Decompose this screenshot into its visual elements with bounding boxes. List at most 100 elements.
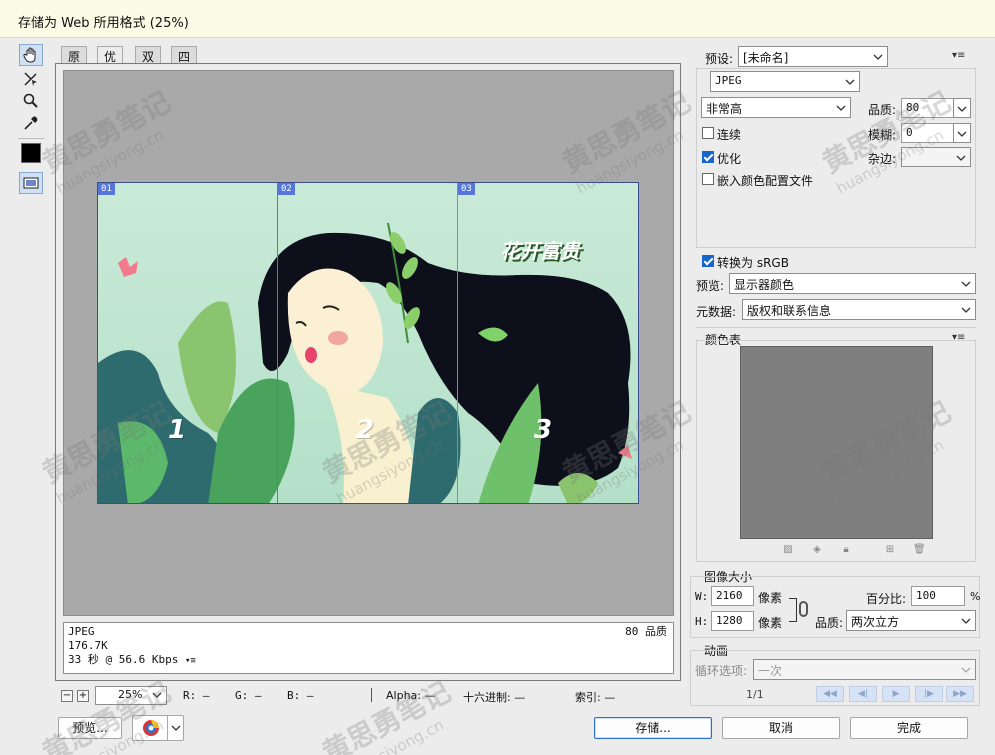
chevron-down-icon [957, 131, 967, 137]
eyedropper-tool-icon[interactable] [19, 112, 43, 134]
height-label: H: [695, 615, 709, 628]
slice-02[interactable]: 02 2 [278, 183, 458, 503]
chevron-down-icon [957, 106, 967, 112]
map-transparency-icon[interactable]: ▨ [782, 544, 794, 556]
zoom-select[interactable]: 25% [95, 686, 167, 705]
optimized-label: 优化 [717, 152, 742, 166]
web-shift-icon[interactable]: ◈ [811, 544, 823, 556]
hand-tool-icon[interactable] [19, 44, 43, 66]
browser-preview-button[interactable] [132, 715, 184, 741]
preset-select[interactable]: [未命名] [738, 46, 888, 67]
quality-slider-button[interactable] [953, 98, 971, 118]
width-input[interactable]: 2160 [711, 586, 754, 606]
link-proportions-icon[interactable] [799, 601, 808, 617]
embed-profile-checkbox[interactable] [702, 173, 714, 185]
title-bar: 存储为 Web 所用格式 (25%) [0, 0, 995, 38]
optimize-menu-icon[interactable]: ▾≡ [952, 50, 965, 61]
chevron-down-icon [961, 667, 971, 673]
blur-input[interactable]: 0 [901, 123, 955, 143]
done-button[interactable]: 完成 [850, 717, 968, 739]
blur-label: 模糊: [868, 128, 897, 142]
info-quality: 80 品质 [625, 625, 667, 638]
hex-readout: 十六进制: — [463, 691, 526, 704]
tab-original[interactable]: 原稿 [61, 46, 88, 81]
slice-number: 3 [534, 415, 553, 445]
delete-color-icon[interactable]: 🗑︎ [913, 544, 926, 556]
color-table-swatches[interactable] [740, 346, 933, 539]
progressive-label: 连续 [717, 128, 742, 142]
width-unit: 像素 [758, 591, 783, 605]
matte-select[interactable] [901, 147, 971, 167]
quality-input[interactable]: 80 [901, 98, 955, 118]
slice-number: 1 [168, 415, 187, 445]
metadata-select[interactable]: 版权和联系信息 [742, 299, 976, 320]
info-format: JPEG [68, 625, 95, 638]
zoom-out-button[interactable]: − [61, 690, 73, 702]
watermark: 黄思勇笔记huangsiyong.cn [316, 674, 457, 755]
first-frame-icon[interactable]: ◀◀ [816, 686, 844, 702]
slice-visibility-icon[interactable] [19, 172, 43, 194]
cancel-button[interactable]: 取消 [722, 717, 840, 739]
g-readout: G: — [235, 689, 262, 702]
speed-menu-icon[interactable]: ▾≡ [185, 656, 196, 666]
chevron-down-icon [152, 692, 162, 698]
info-speed: 33 秒 @ 56.6 Kbps ▾≡ [68, 653, 196, 666]
new-color-icon[interactable]: ⊞ [884, 544, 896, 556]
chevron-down-icon [873, 54, 883, 60]
frame-counter: 1/1 [746, 688, 764, 701]
resample-quality-select[interactable]: 两次立方 [846, 610, 976, 631]
metadata-label: 元数据: [696, 305, 737, 319]
status-bar: − + 25% R: — G: — B: — Alpha: — 十六进制: — … [55, 686, 685, 706]
b-readout: B: — [287, 689, 314, 702]
toolbox [14, 44, 48, 206]
info-size: 176.7K [68, 639, 108, 652]
chevron-down-icon [956, 155, 966, 161]
r-readout: R: — [183, 689, 210, 702]
last-frame-icon[interactable]: ▶▶ [946, 686, 974, 702]
format-select[interactable]: JPEG [710, 71, 860, 92]
progressive-checkbox[interactable] [702, 127, 714, 139]
toolbox-divider [18, 138, 44, 139]
window-title: 存储为 Web 所用格式 (25%) [18, 16, 189, 31]
optimization-info: JPEG 176.7K 33 秒 @ 56.6 Kbps ▾≡ 80 品质 [63, 622, 674, 674]
blur-slider-button[interactable] [953, 123, 971, 143]
preview-button[interactable]: 预览... [58, 717, 122, 739]
prev-frame-icon[interactable]: ◀| [849, 686, 877, 702]
save-button[interactable]: 存储... [594, 717, 712, 739]
chevron-down-icon [961, 618, 971, 624]
slice-tag: 03 [458, 183, 475, 195]
slice-03[interactable]: 03 3 [458, 183, 638, 503]
percent-label: 百分比: [866, 592, 907, 606]
next-frame-icon[interactable]: |▶ [915, 686, 943, 702]
percent-unit: % [970, 590, 981, 603]
matte-label: 杂边: [868, 152, 897, 166]
slice-tag: 01 [98, 183, 115, 195]
loop-select[interactable]: 一次 [753, 659, 976, 680]
browser-icon [143, 720, 159, 736]
index-readout: 索引: — [575, 691, 616, 704]
alpha-readout: Alpha: — [386, 689, 436, 702]
slice-select-tool-icon[interactable] [19, 68, 43, 90]
convert-srgb-label: 转换为 sRGB [717, 256, 789, 270]
link-bracket [789, 598, 797, 622]
convert-srgb-checkbox[interactable] [702, 255, 714, 267]
percent-input[interactable]: 100 [911, 586, 965, 606]
play-icon[interactable]: ▶ [882, 686, 910, 702]
preview-mode-select[interactable]: 显示器颜色 [729, 273, 976, 294]
embed-profile-label: 嵌入颜色配置文件 [717, 174, 814, 188]
zoom-in-button[interactable]: + [77, 690, 89, 702]
height-input[interactable]: 1280 [711, 611, 754, 631]
slice-01[interactable]: 01 1 [98, 183, 278, 503]
quality-level-select[interactable]: 非常高 [701, 97, 851, 118]
chevron-down-icon [845, 79, 855, 85]
height-unit: 像素 [758, 616, 783, 630]
tab-optimized[interactable]: 优化 [97, 46, 124, 81]
tab-2-up[interactable]: 双联 [135, 46, 162, 81]
zoom-tool-icon[interactable] [19, 90, 43, 112]
slice-number: 2 [356, 415, 375, 445]
artwork-image[interactable]: 花开富贵 01 1 02 2 03 3 [97, 182, 639, 504]
optimized-checkbox[interactable] [702, 151, 714, 163]
lock-color-icon[interactable]: 🔒︎ [840, 544, 852, 556]
tab-4-up[interactable]: 四联 [171, 46, 198, 81]
eyedropper-color-swatch[interactable] [19, 142, 43, 164]
